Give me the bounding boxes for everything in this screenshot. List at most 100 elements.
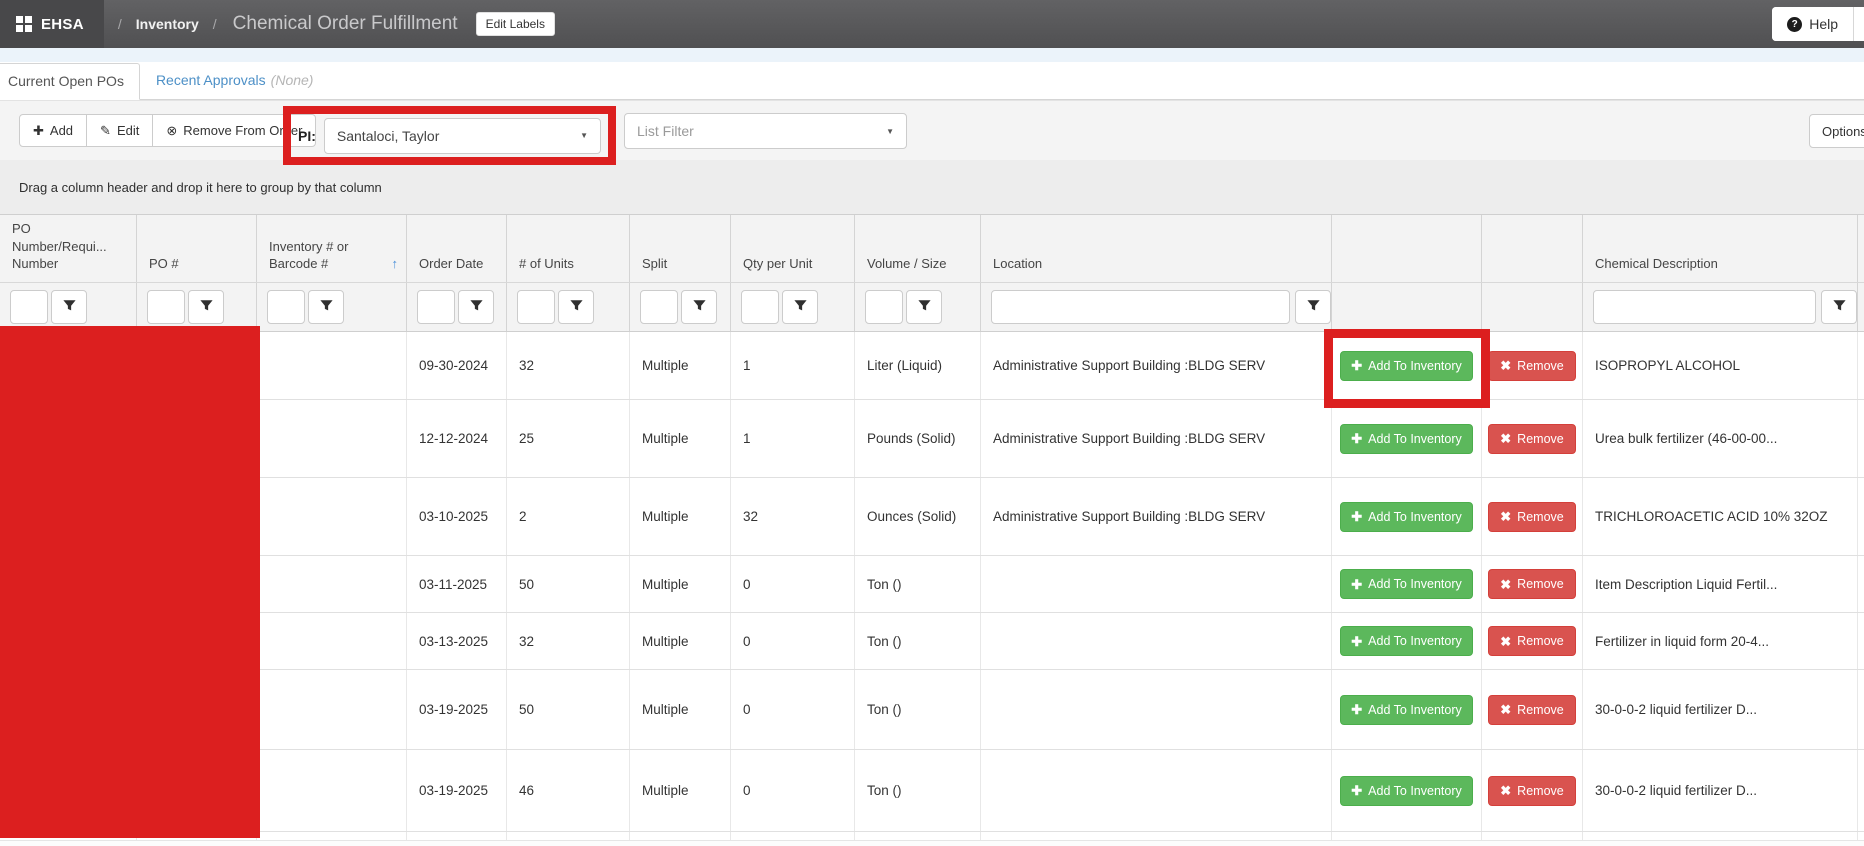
- filter-input-split[interactable]: [640, 290, 678, 324]
- filter-menu-button-po_number[interactable]: [188, 290, 224, 324]
- add-to-inventory-button[interactable]: ✚Add To Inventory: [1340, 626, 1473, 656]
- column-header-inventory_barcode[interactable]: Inventory # or Barcode #↑: [257, 215, 407, 282]
- add-to-inventory-highlight-annotation: [1324, 329, 1490, 408]
- options-button[interactable]: Options ▼: [1809, 114, 1864, 148]
- x-icon: ✖: [1500, 578, 1511, 591]
- cell-add_action: ✚Add To Inventory: [1332, 556, 1482, 612]
- add-to-inventory-button[interactable]: ✚Add To Inventory: [1340, 502, 1473, 532]
- column-header-remove_action[interactable]: [1482, 215, 1583, 282]
- cell-add_action: ✚Add To Inventory: [1332, 613, 1482, 669]
- filter-input-num_units[interactable]: [517, 290, 555, 324]
- cell-order_date: 03-19-2025: [407, 670, 507, 749]
- column-header-order_date[interactable]: Order Date: [407, 215, 507, 282]
- add-to-inventory-button[interactable]: ✚Add To Inventory: [1340, 776, 1473, 806]
- breadcrumb-inventory[interactable]: Inventory: [136, 16, 199, 32]
- column-header-qty_per_unit[interactable]: Qty per Unit: [731, 215, 855, 282]
- cell-location: [981, 556, 1332, 612]
- add-to-inventory-button[interactable]: ✚Add To Inventory: [1340, 424, 1473, 454]
- cell-location: [981, 613, 1332, 669]
- remove-button[interactable]: ✖Remove: [1488, 626, 1575, 656]
- add-to-inventory-button[interactable]: ✚Add To Inventory: [1340, 695, 1473, 725]
- filter-menu-button-po_req_number[interactable]: [51, 290, 87, 324]
- plus-icon: ✚: [33, 124, 44, 137]
- app-name: EHSA: [41, 16, 84, 33]
- funnel-icon: [1307, 299, 1320, 315]
- column-header-split[interactable]: Split: [630, 215, 731, 282]
- filter-menu-button-location[interactable]: [1295, 290, 1331, 324]
- tab-recent-approvals[interactable]: Recent Approvals(None): [140, 62, 330, 99]
- column-header-add_action[interactable]: [1332, 215, 1482, 282]
- remove-label: Remove: [1517, 784, 1564, 798]
- funnel-icon: [794, 299, 807, 315]
- cell-split: Multiple: [630, 478, 731, 555]
- tab-bar: Current Open POs Recent Approvals(None): [0, 62, 1864, 100]
- cell-chemical_description: 30-0-0-2 liquid fertilizer D...: [1583, 670, 1858, 749]
- cell-split: Multiple: [630, 332, 731, 399]
- filter-menu-button-num_units[interactable]: [558, 290, 594, 324]
- funnel-icon: [570, 299, 583, 315]
- chevron-down-icon: ▼: [580, 131, 588, 140]
- filter-input-po_req_number[interactable]: [10, 290, 48, 324]
- column-header-label: PO Number/Requi... Number: [12, 220, 128, 273]
- add-to-inventory-button[interactable]: ✚Add To Inventory: [1340, 569, 1473, 599]
- cell-num_units: 46: [507, 750, 630, 831]
- cell-location: Administrative Support Building :BLDG SE…: [981, 400, 1332, 477]
- column-header-num_units[interactable]: # of Units: [507, 215, 630, 282]
- circle-x-icon: ⊗: [166, 124, 177, 137]
- filter-menu-button-qty_per_unit[interactable]: [782, 290, 818, 324]
- column-header-po_number[interactable]: PO #: [137, 215, 257, 282]
- filter-menu-button-order_date[interactable]: [458, 290, 494, 324]
- pi-dropdown[interactable]: Santaloci, Taylor ▼: [324, 118, 601, 154]
- edit-labels-button[interactable]: Edit Labels: [476, 12, 555, 36]
- chevron-down-icon: ▼: [886, 127, 894, 136]
- column-header-location[interactable]: Location: [981, 215, 1332, 282]
- edit-button[interactable]: ✎ Edit: [86, 114, 153, 147]
- filter-input-qty_per_unit[interactable]: [741, 290, 779, 324]
- remove-button[interactable]: ✖Remove: [1488, 569, 1575, 599]
- help-button[interactable]: ? Help: [1772, 7, 1853, 41]
- filter-cell-po_req_number: [0, 283, 137, 331]
- filter-cell-volume_size: [855, 283, 981, 331]
- tab-current-open-pos[interactable]: Current Open POs: [0, 63, 140, 100]
- filter-menu-button-inventory_barcode[interactable]: [308, 290, 344, 324]
- filter-input-location[interactable]: [991, 290, 1290, 324]
- remove-button[interactable]: ✖Remove: [1488, 695, 1575, 725]
- plus-icon: ✚: [1351, 578, 1362, 591]
- list-filter-dropdown[interactable]: List Filter ▼: [624, 113, 907, 149]
- filter-cell-add_action: [1332, 283, 1482, 331]
- remove-button[interactable]: ✖Remove: [1488, 351, 1575, 381]
- cell-inventory_barcode: [257, 613, 407, 669]
- filter-input-chemical_description[interactable]: [1593, 290, 1816, 324]
- add-button[interactable]: ✚ Add: [19, 114, 87, 147]
- filter-menu-button-volume_size[interactable]: [906, 290, 942, 324]
- remove-button[interactable]: ✖Remove: [1488, 776, 1575, 806]
- filter-menu-button-chemical_description[interactable]: [1821, 290, 1857, 324]
- cell-volume_size: Ton (): [855, 670, 981, 749]
- order-actions-button-group: ✚ Add ✎ Edit ⊗ Remove From Order: [19, 114, 316, 147]
- filter-menu-button-split[interactable]: [681, 290, 717, 324]
- funnel-icon: [200, 299, 213, 315]
- cell-volume_size: Pounds (Solid): [855, 400, 981, 477]
- column-header-chemical_description[interactable]: Chemical Description: [1583, 215, 1858, 282]
- cell-split: Multiple: [630, 750, 731, 831]
- tab-recent-approvals-count: (None): [271, 72, 314, 88]
- filter-input-order_date[interactable]: [417, 290, 455, 324]
- remove-label: Remove: [1517, 510, 1564, 524]
- cell-remove_action: ✖Remove: [1482, 556, 1583, 612]
- app-logo[interactable]: EHSA: [0, 0, 104, 48]
- cell-split: Multiple: [630, 670, 731, 749]
- column-header-volume_size[interactable]: Volume / Size: [855, 215, 981, 282]
- filter-input-po_number[interactable]: [147, 290, 185, 324]
- remove-button[interactable]: ✖Remove: [1488, 424, 1575, 454]
- remove-button[interactable]: ✖Remove: [1488, 502, 1575, 532]
- filter-input-volume_size[interactable]: [865, 290, 903, 324]
- horizontal-scrollbar-track[interactable]: [0, 840, 1864, 846]
- cell-order_date: 03-13-2025: [407, 613, 507, 669]
- column-header-label: Qty per Unit: [743, 255, 812, 273]
- column-header-po_req_number[interactable]: PO Number/Requi... Number: [0, 215, 137, 282]
- pi-highlight-annotation: PI: Santaloci, Taylor ▼: [283, 106, 616, 165]
- filter-input-inventory_barcode[interactable]: [267, 290, 305, 324]
- cell-qty_per_unit: 0: [731, 613, 855, 669]
- group-by-drop-zone[interactable]: Drag a column header and drop it here to…: [0, 160, 1864, 215]
- column-header-overflow_col[interactable]: [1858, 215, 1864, 282]
